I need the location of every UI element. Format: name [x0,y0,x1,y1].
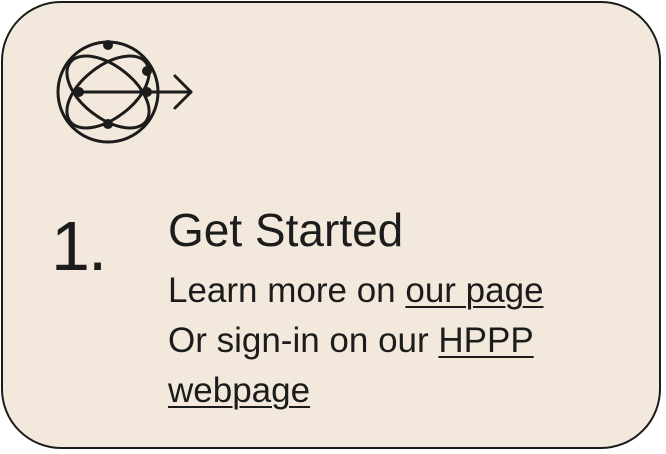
our-page-link[interactable]: our page [405,271,543,310]
get-started-card: 1. Get Started Learn more on our page Or… [1,1,661,449]
learn-more-text: Learn more on [168,271,406,310]
sign-in-line: Or sign-in on our HPPP [168,315,534,367]
step-number: 1. [51,207,107,285]
sign-in-text: Or sign-in on our [168,321,439,360]
webpage-link[interactable]: webpage [168,371,310,410]
hppp-link[interactable]: HPPP [438,321,533,360]
card-title: Get Started [168,204,404,256]
learn-more-line: Learn more on our page [168,265,544,317]
webpage-line: webpage [168,365,310,417]
globe-arrow-icon [56,40,193,144]
